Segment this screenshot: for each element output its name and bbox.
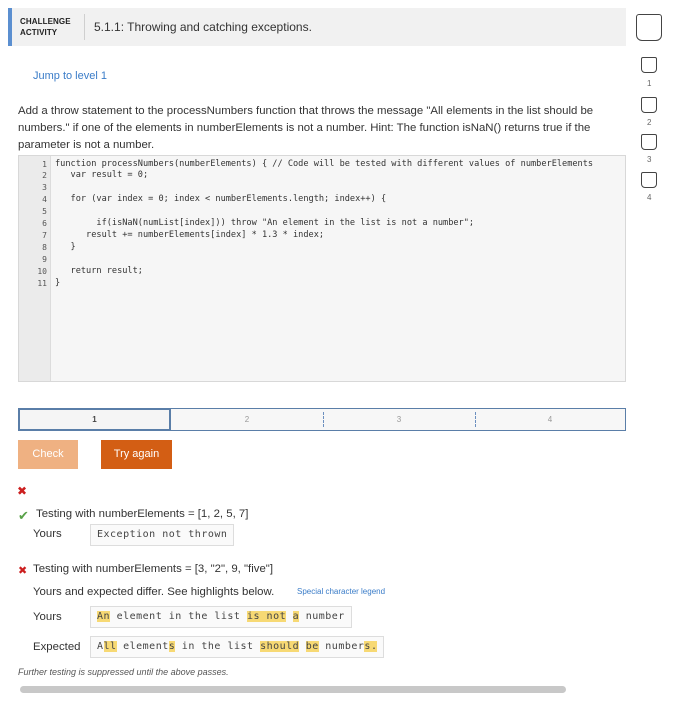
level-4-box[interactable] <box>641 172 657 188</box>
line-number: 7 <box>42 231 47 240</box>
line-number: 4 <box>42 195 47 204</box>
code-line[interactable]: for (var index = 0; index < numberElemen… <box>55 194 387 204</box>
test-1-label: Testing with numberElements = [1, 2, 5, … <box>36 508 249 520</box>
test-2-expected-label: Expected <box>33 641 81 653</box>
level-4-label: 4 <box>647 193 652 202</box>
test-2-yours-label: Yours <box>33 611 62 623</box>
fail-x-icon: ✖ <box>17 484 28 498</box>
highlight: ll <box>103 641 117 652</box>
code-editor[interactable]: 1 2 3 4 5 6 7 8 9 10 11 function process… <box>18 155 626 382</box>
level-progress-bar: 1 2 3 4 <box>18 408 626 431</box>
activity-header: CHALLENGE ACTIVITY 5.1.1: Throwing and c… <box>8 8 626 46</box>
horizontal-scrollbar[interactable] <box>20 686 566 693</box>
highlight: a <box>292 611 300 622</box>
activity-completion-icon <box>636 14 662 41</box>
level-1-label: 1 <box>647 79 652 88</box>
line-number: 5 <box>42 207 47 216</box>
activity-title: 5.1.1: Throwing and catching exceptions. <box>94 20 312 34</box>
highlight: s. <box>364 641 378 652</box>
code-line[interactable]: function processNumbers(numberElements) … <box>55 159 593 169</box>
progress-segment-4[interactable]: 4 <box>475 409 625 430</box>
test-1-yours-output: Exception not thrown <box>90 524 235 546</box>
line-number: 9 <box>42 255 47 264</box>
test-2-expected-output: All elements in the list should be numbe… <box>90 636 385 658</box>
line-number: 6 <box>42 219 47 228</box>
header-divider <box>84 14 85 40</box>
line-number: 10 <box>37 267 47 276</box>
line-number-gutter: 1 2 3 4 5 6 7 8 9 10 11 <box>19 156 51 381</box>
code-line[interactable]: var result = 0; <box>55 170 149 180</box>
level-1-box[interactable] <box>641 57 657 73</box>
level-2-label: 2 <box>647 118 652 127</box>
level-3-label: 3 <box>647 155 652 164</box>
test-2-label: Testing with numberElements = [3, "2", 9… <box>33 563 273 575</box>
line-number: 2 <box>42 171 47 180</box>
code-line[interactable]: if(isNaN(numList[index])) throw "An elem… <box>55 218 474 228</box>
progress-segment-2[interactable]: 2 <box>171 409 323 430</box>
x-icon: ✖ <box>18 565 28 577</box>
line-number: 8 <box>42 243 47 252</box>
code-line[interactable]: return result; <box>55 266 143 276</box>
jump-to-level-link[interactable]: Jump to level 1 <box>33 70 107 82</box>
challenge-activity-badge: CHALLENGE ACTIVITY <box>20 17 71 37</box>
test-2-yours-output: An element in the list is not a number <box>90 606 352 628</box>
line-number: 1 <box>42 160 47 169</box>
checkmark-icon: ✔ <box>18 508 29 523</box>
highlight: is not <box>246 611 287 622</box>
progress-segment-3[interactable]: 3 <box>323 409 475 430</box>
code-line[interactable]: } <box>55 278 60 288</box>
line-number: 11 <box>37 279 47 288</box>
test-1-yours-label: Yours <box>33 528 62 540</box>
line-number: 3 <box>42 183 47 192</box>
highlight: An <box>97 611 111 622</box>
code-line[interactable]: } <box>55 242 76 252</box>
special-character-legend-link[interactable]: Special character legend <box>297 587 385 596</box>
try-again-button[interactable]: Try again <box>101 440 172 469</box>
further-testing-note: Further testing is suppressed until the … <box>18 667 229 677</box>
highlight: should <box>260 641 300 652</box>
check-button[interactable]: Check <box>18 440 78 469</box>
instructions-text: Add a throw statement to the processNumb… <box>18 105 594 151</box>
code-line[interactable]: result += numberElements[index] * 1.3 * … <box>55 230 324 240</box>
highlight: be <box>305 641 319 652</box>
highlight: s <box>168 641 176 652</box>
differ-message: Yours and expected differ. See highlight… <box>33 586 275 598</box>
level-3-box[interactable] <box>641 134 657 150</box>
progress-segment-1[interactable]: 1 <box>18 408 171 431</box>
level-2-box[interactable] <box>641 97 657 113</box>
